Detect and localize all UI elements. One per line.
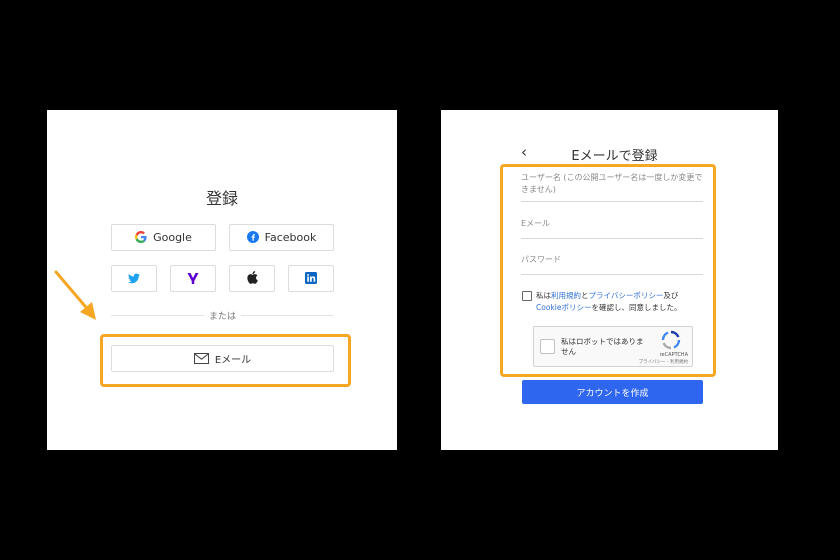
twitter-icon (128, 269, 140, 288)
google-label: Google (153, 231, 192, 244)
email-button-highlight (100, 334, 351, 387)
divider-right (241, 315, 334, 316)
facebook-icon (246, 228, 259, 247)
divider-left (111, 315, 204, 316)
apple-signup-button[interactable] (229, 265, 275, 292)
apple-icon (246, 269, 258, 288)
facebook-signup-button[interactable]: Facebook (229, 224, 334, 251)
yahoo-signup-button[interactable] (170, 265, 216, 292)
google-signup-button[interactable]: Google (111, 224, 216, 251)
yahoo-icon (187, 269, 199, 288)
linkedin-signup-button[interactable] (288, 265, 334, 292)
create-account-button[interactable]: アカウントを作成 (522, 380, 703, 404)
email-signup-title: Eメールで登録 (571, 149, 658, 164)
twitter-signup-button[interactable] (111, 265, 157, 292)
facebook-label: Facebook (264, 231, 317, 244)
linkedin-icon (305, 269, 317, 288)
or-divider-text: または (208, 312, 236, 322)
form-highlight (500, 164, 716, 377)
pointer-arrow-icon (54, 270, 96, 320)
signup-title: 登録 (205, 189, 238, 208)
google-icon (135, 228, 147, 247)
